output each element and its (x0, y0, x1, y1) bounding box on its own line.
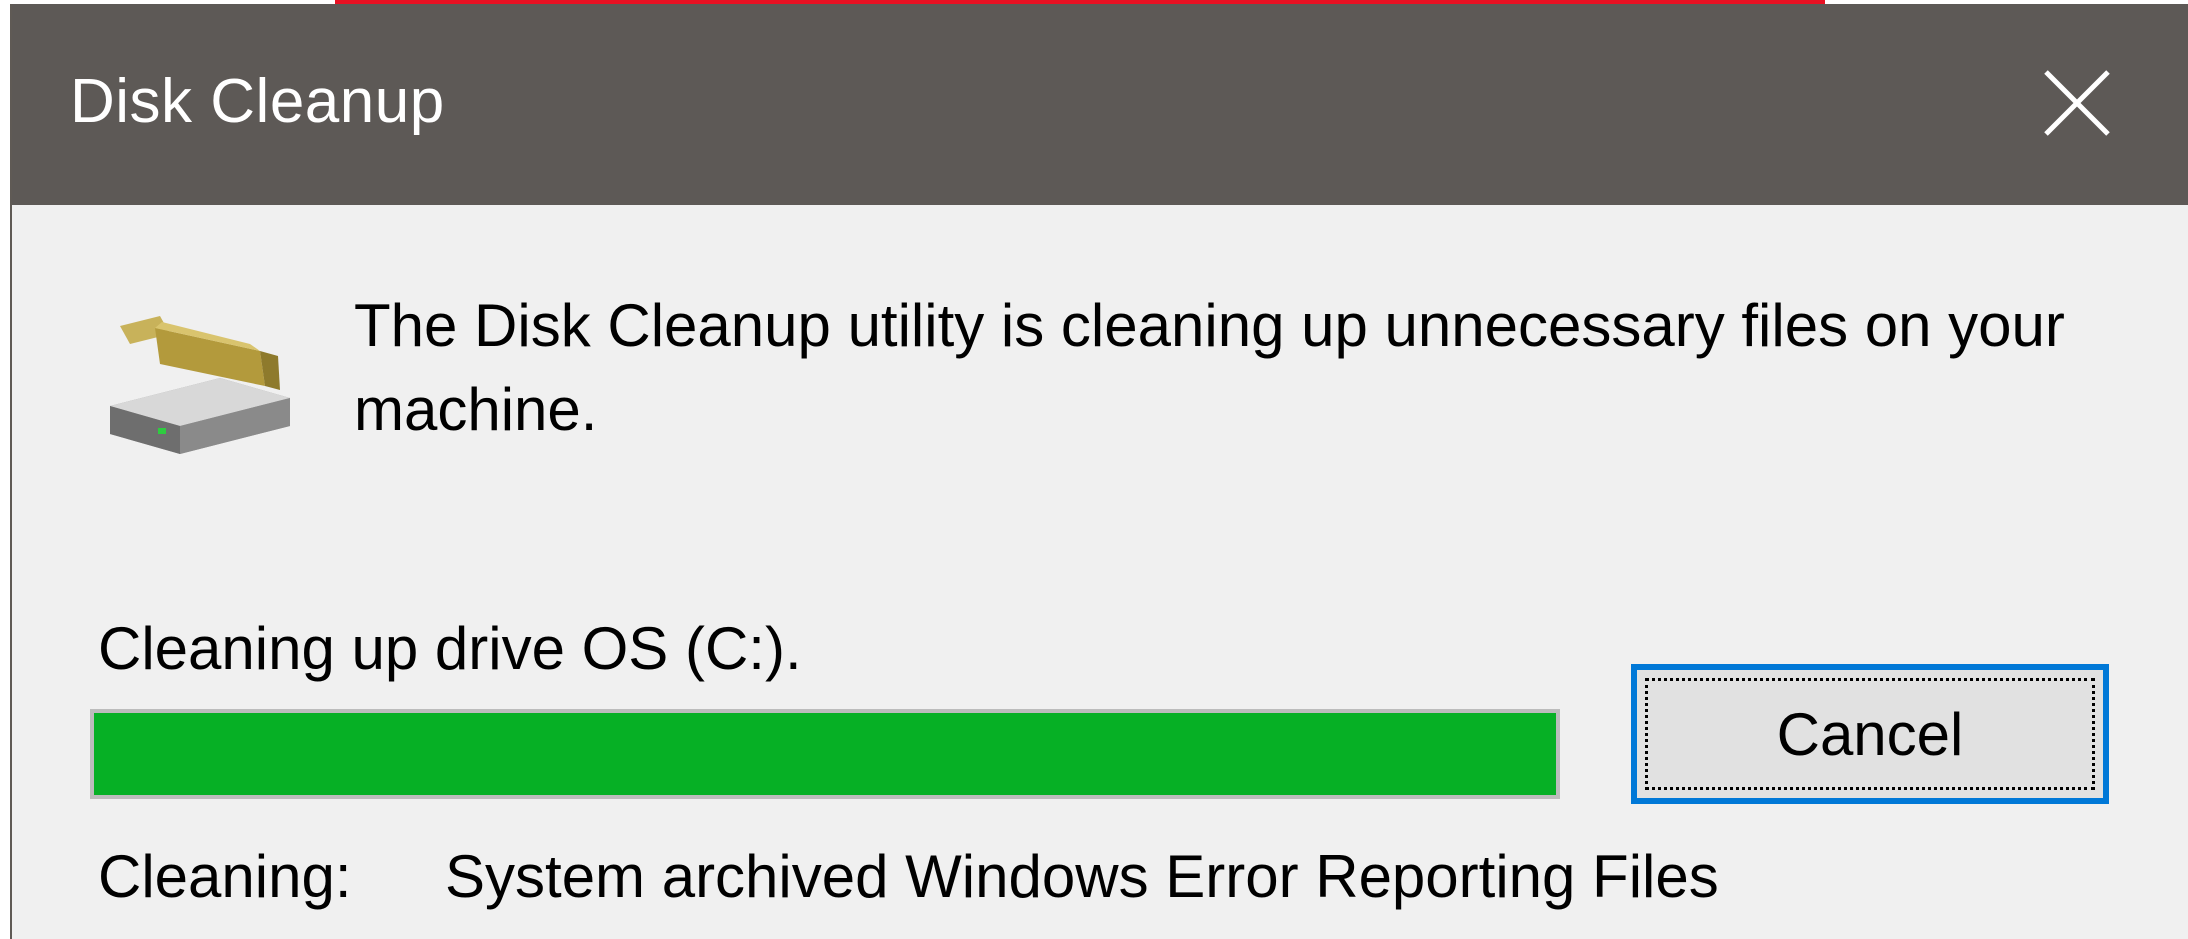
title-bar[interactable]: Disk Cleanup (12, 4, 2188, 205)
status-text: Cleaning up drive OS (C:). (98, 615, 802, 682)
cancel-button[interactable]: Cancel (1631, 664, 2109, 804)
close-button[interactable] (2032, 58, 2122, 148)
window-title: Disk Cleanup (70, 67, 445, 136)
cleaning-label: Cleaning: (98, 843, 352, 910)
cleaning-item: System archived Windows Error Reporting … (445, 843, 1719, 910)
cancel-button-label: Cancel (1645, 678, 2095, 790)
disk-cleanup-dialog: Disk Cleanup The Disk Cleanup utility is… (10, 4, 2188, 939)
disk-cleanup-icon (100, 306, 300, 476)
close-icon (2044, 70, 2110, 136)
info-message: The Disk Cleanup utility is cleaning up … (354, 292, 2065, 443)
progress-bar-fill (94, 713, 1556, 795)
progress-bar (90, 709, 1560, 799)
